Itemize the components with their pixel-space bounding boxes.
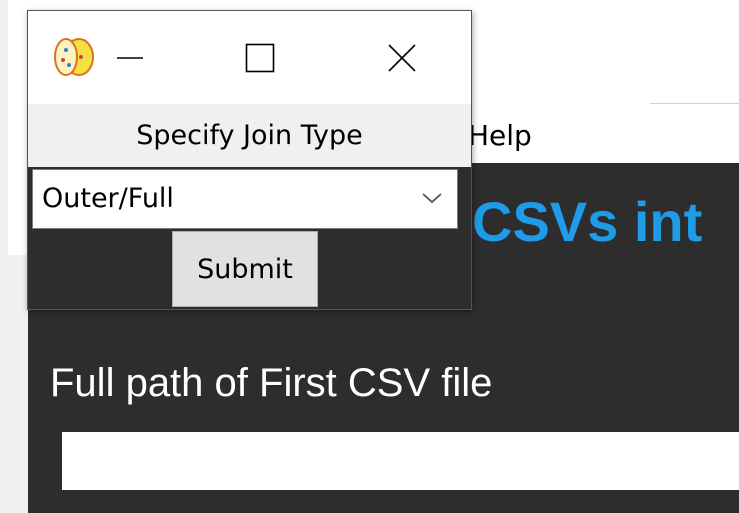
- dialog-titlebar[interactable]: [28, 11, 471, 104]
- join-type-select[interactable]: Outer/Full: [32, 169, 458, 229]
- close-button[interactable]: [366, 11, 438, 104]
- page-title: CSVs int: [472, 190, 703, 253]
- desktop: Help CSVs int Full path of First CSV fil…: [0, 0, 739, 513]
- menu-item-help[interactable]: Help: [468, 118, 532, 154]
- dialog-label-row: Specify Join Type: [28, 104, 471, 167]
- join-type-selected-value: Outer/Full: [42, 183, 174, 214]
- title-divider: [650, 103, 739, 104]
- close-icon: [388, 43, 416, 72]
- minimize-button[interactable]: [94, 11, 166, 104]
- chevron-down-icon: [422, 193, 442, 204]
- app-icon: [54, 38, 94, 76]
- dialog-label: Specify Join Type: [136, 119, 363, 151]
- first-csv-path-label: Full path of First CSV file: [50, 361, 493, 405]
- submit-button[interactable]: Submit: [172, 231, 318, 307]
- maximize-icon: [245, 43, 275, 72]
- join-type-dialog: Specify Join Type Outer/Full Submit: [27, 10, 472, 310]
- maximize-button[interactable]: [224, 11, 296, 104]
- minimize-icon: [117, 56, 143, 59]
- first-csv-path-input[interactable]: [62, 432, 739, 490]
- main-window-border: [0, 255, 28, 513]
